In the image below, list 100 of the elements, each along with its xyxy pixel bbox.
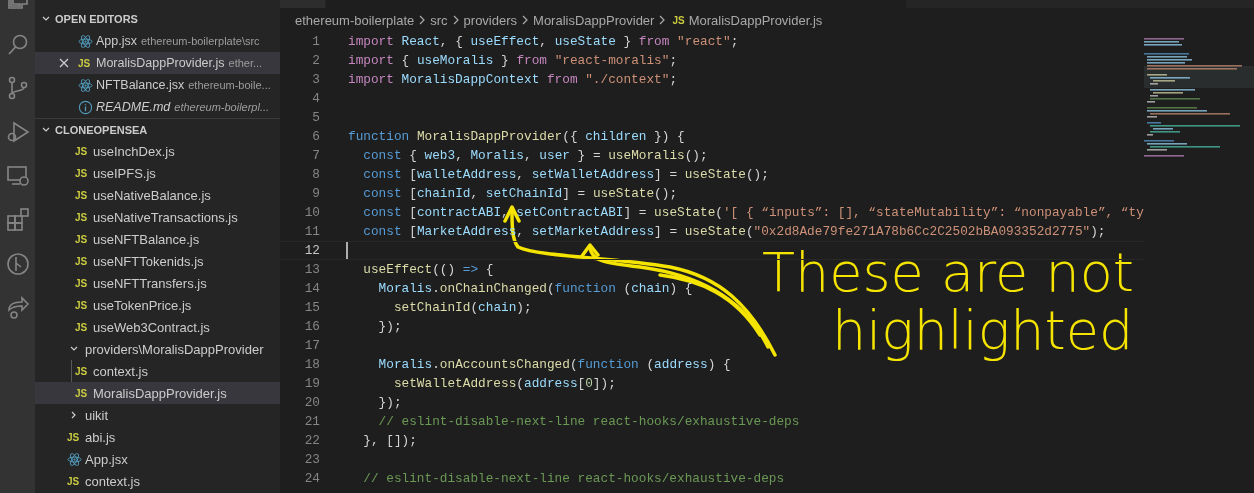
code-line: function MoralisDappProvider({ children }) { (348, 129, 685, 144)
file-item[interactable]: JS useNFTBalance.js (35, 228, 280, 250)
file-item[interactable]: App.jsx (35, 448, 280, 470)
line-number: 14 (303, 281, 320, 296)
code-line: }); (377, 319, 402, 334)
chevron-icon (451, 14, 460, 26)
code-line: }); (377, 395, 402, 410)
info-icon (78, 99, 93, 115)
file-item[interactable]: JS useWeb3Contract.js (35, 316, 280, 338)
code-line: setWalletAddress(address[0]); (392, 376, 616, 391)
folder-item[interactable]: providers\MoralisDappProvider (35, 338, 280, 360)
file-item[interactable]: JS useIPFS.js (35, 162, 280, 184)
file-item[interactable]: JS useInchDex.js (35, 140, 280, 162)
line-number: 16 (303, 319, 320, 334)
js-file-icon: JS (75, 189, 93, 201)
file-name: context.js (85, 473, 140, 489)
code-line: import { useMoralis } from "react-moralis"; (348, 53, 678, 68)
code-line: }, []); (362, 433, 417, 448)
line-number: 12 (303, 243, 320, 258)
line-number: 2 (311, 53, 320, 68)
file-name: useIPFS.js (93, 165, 156, 181)
line-number: 22 (303, 433, 320, 448)
share-icon[interactable] (5, 296, 30, 320)
file-name: MoralisDappProvider.js (96, 56, 225, 70)
code-line: Moralis.onChainChanged(function (chain) { (377, 281, 693, 296)
code-line: import MoralisDappContext from "./context"; (348, 72, 678, 87)
close-icon[interactable] (59, 58, 69, 68)
js-file-icon: JS (78, 57, 96, 69)
chevron-icon (418, 14, 427, 26)
line-number: 21 (303, 414, 320, 429)
line-number: 17 (303, 338, 320, 353)
js-file-icon: JS (75, 299, 93, 311)
file-name: context.js (93, 363, 148, 379)
file-name: useNativeTransactions.js (93, 209, 238, 225)
line-number: 13 (303, 262, 320, 277)
js-file-icon: JS (672, 14, 685, 26)
monitor-icon[interactable] (5, 164, 30, 188)
run-debug-icon[interactable] (5, 120, 30, 144)
search-icon[interactable] (5, 32, 30, 56)
line-number: 11 (303, 224, 320, 239)
js-file-icon: JS (75, 365, 93, 377)
file-item[interactable]: JS useNFTTransfers.js (35, 272, 280, 294)
chevron-icon (658, 14, 667, 26)
code-line: // eslint-disable-next-line react-hooks/exhaustive-deps (377, 414, 800, 429)
line-number: 3 (311, 72, 320, 87)
code-line: import React, { useEffect, useState } from "react"; (348, 34, 739, 49)
js-file-icon: JS (75, 277, 93, 289)
breadcrumb-item[interactable]: MoralisDappProvider.js (688, 12, 823, 28)
js-file-icon: JS (75, 233, 93, 245)
file-name: App.jsx (85, 451, 128, 467)
file-name: App.jsx (96, 34, 137, 48)
line-number: 10 (303, 205, 320, 220)
section-header[interactable]: CLONEOPENSEA (35, 118, 280, 140)
chevron-icon (521, 14, 530, 26)
breadcrumb-item[interactable]: src (430, 12, 448, 28)
file-name: useWeb3Contract.js (93, 319, 210, 335)
file-item[interactable]: JS useTokenPrice.js (35, 294, 280, 316)
js-file-icon: JS (67, 475, 85, 487)
js-file-icon: JS (67, 431, 85, 443)
open-editor-item[interactable]: README.md ethereum-boilerpl... (35, 96, 280, 118)
file-item[interactable]: JS abi.js (35, 426, 280, 448)
extensions-icon[interactable] (5, 208, 30, 232)
breadcrumb-item[interactable]: providers (463, 12, 518, 28)
js-file-icon: JS (75, 211, 93, 223)
file-name: abi.js (85, 429, 116, 445)
file-name: useNFTBalance.js (93, 231, 200, 247)
file-item[interactable]: JS useNativeTransactions.js (35, 206, 280, 228)
section-header[interactable]: OPEN EDITORS (35, 8, 280, 30)
js-file-icon: JS (75, 255, 93, 267)
line-number: 18 (303, 357, 320, 372)
code-line: // eslint-disable-next-line react-hooks/exhaustive-deps (362, 471, 785, 486)
file-path: ethereum-boilerpl... (174, 101, 270, 113)
line-number: 15 (303, 300, 320, 315)
file-item[interactable]: JS context.js (35, 470, 280, 492)
line-number: 9 (311, 186, 320, 201)
folder-item[interactable]: uikit (35, 404, 280, 426)
open-editor-item[interactable]: NFTBalance.jsx ethereum-boile... (35, 74, 280, 96)
line-number: 20 (303, 395, 320, 410)
open-editor-item[interactable]: App.jsx ethereum-boilerplate\src (35, 30, 280, 52)
file-item[interactable]: JS useNFTTokenids.js (35, 250, 280, 272)
open-editor-item[interactable]: JS MoralisDappProvider.js ether... (35, 52, 280, 74)
branch-circle-icon[interactable] (5, 252, 30, 276)
code-line: useEffect(() => { (362, 262, 494, 277)
file-item[interactable]: JS useNativeBalance.js (35, 184, 280, 206)
atom-icon (67, 451, 82, 467)
file-name: useInchDex.js (93, 143, 175, 159)
line-number: 8 (311, 167, 320, 182)
js-file-icon: JS (75, 145, 93, 157)
code-line: const [contractABI, setContractABI] = useState('[ { “inputs”: [], “stateMutability”: “nonpayable”, “ty (362, 205, 1144, 220)
breadcrumb-item[interactable]: MoralisDappProvider (533, 12, 655, 28)
line-number: 23 (303, 452, 320, 467)
atom-icon (78, 77, 93, 93)
file-item[interactable]: JS MoralisDappProvider.js (35, 382, 280, 404)
file-name: MoralisDappProvider.js (93, 385, 227, 401)
folder-name: providers\MoralisDappProvider (85, 341, 264, 357)
code-line: const [chainId, setChainId] = useState(); (362, 186, 678, 201)
code-line: setChainId(chain); (392, 300, 532, 315)
breadcrumb-item[interactable]: ethereum-boilerplate (295, 12, 415, 28)
code-line: const { web3, Moralis, user } = useMoralis(); (362, 148, 708, 163)
file-name: useNFTTokenids.js (93, 253, 204, 269)
